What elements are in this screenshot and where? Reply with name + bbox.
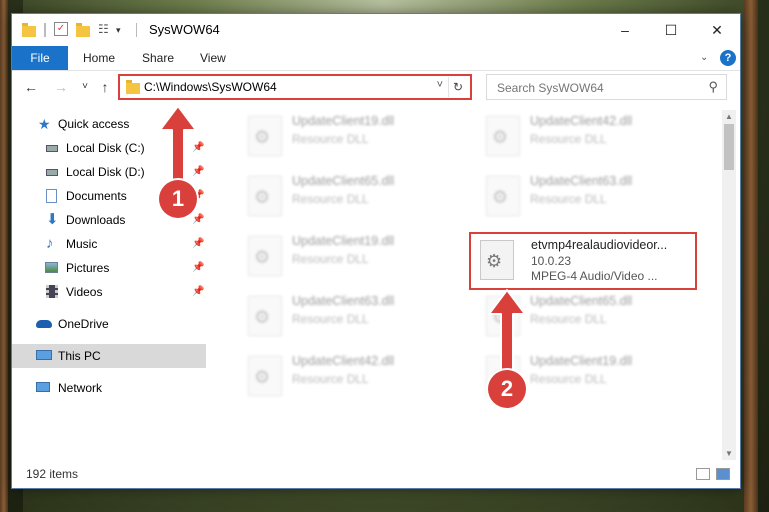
step-badge-2: 2 xyxy=(488,370,526,408)
annotation-arrows xyxy=(159,105,526,371)
arrow-up-2 xyxy=(488,289,526,371)
step-badge-1: 1 xyxy=(159,180,197,218)
arrow-up-1 xyxy=(159,105,197,183)
